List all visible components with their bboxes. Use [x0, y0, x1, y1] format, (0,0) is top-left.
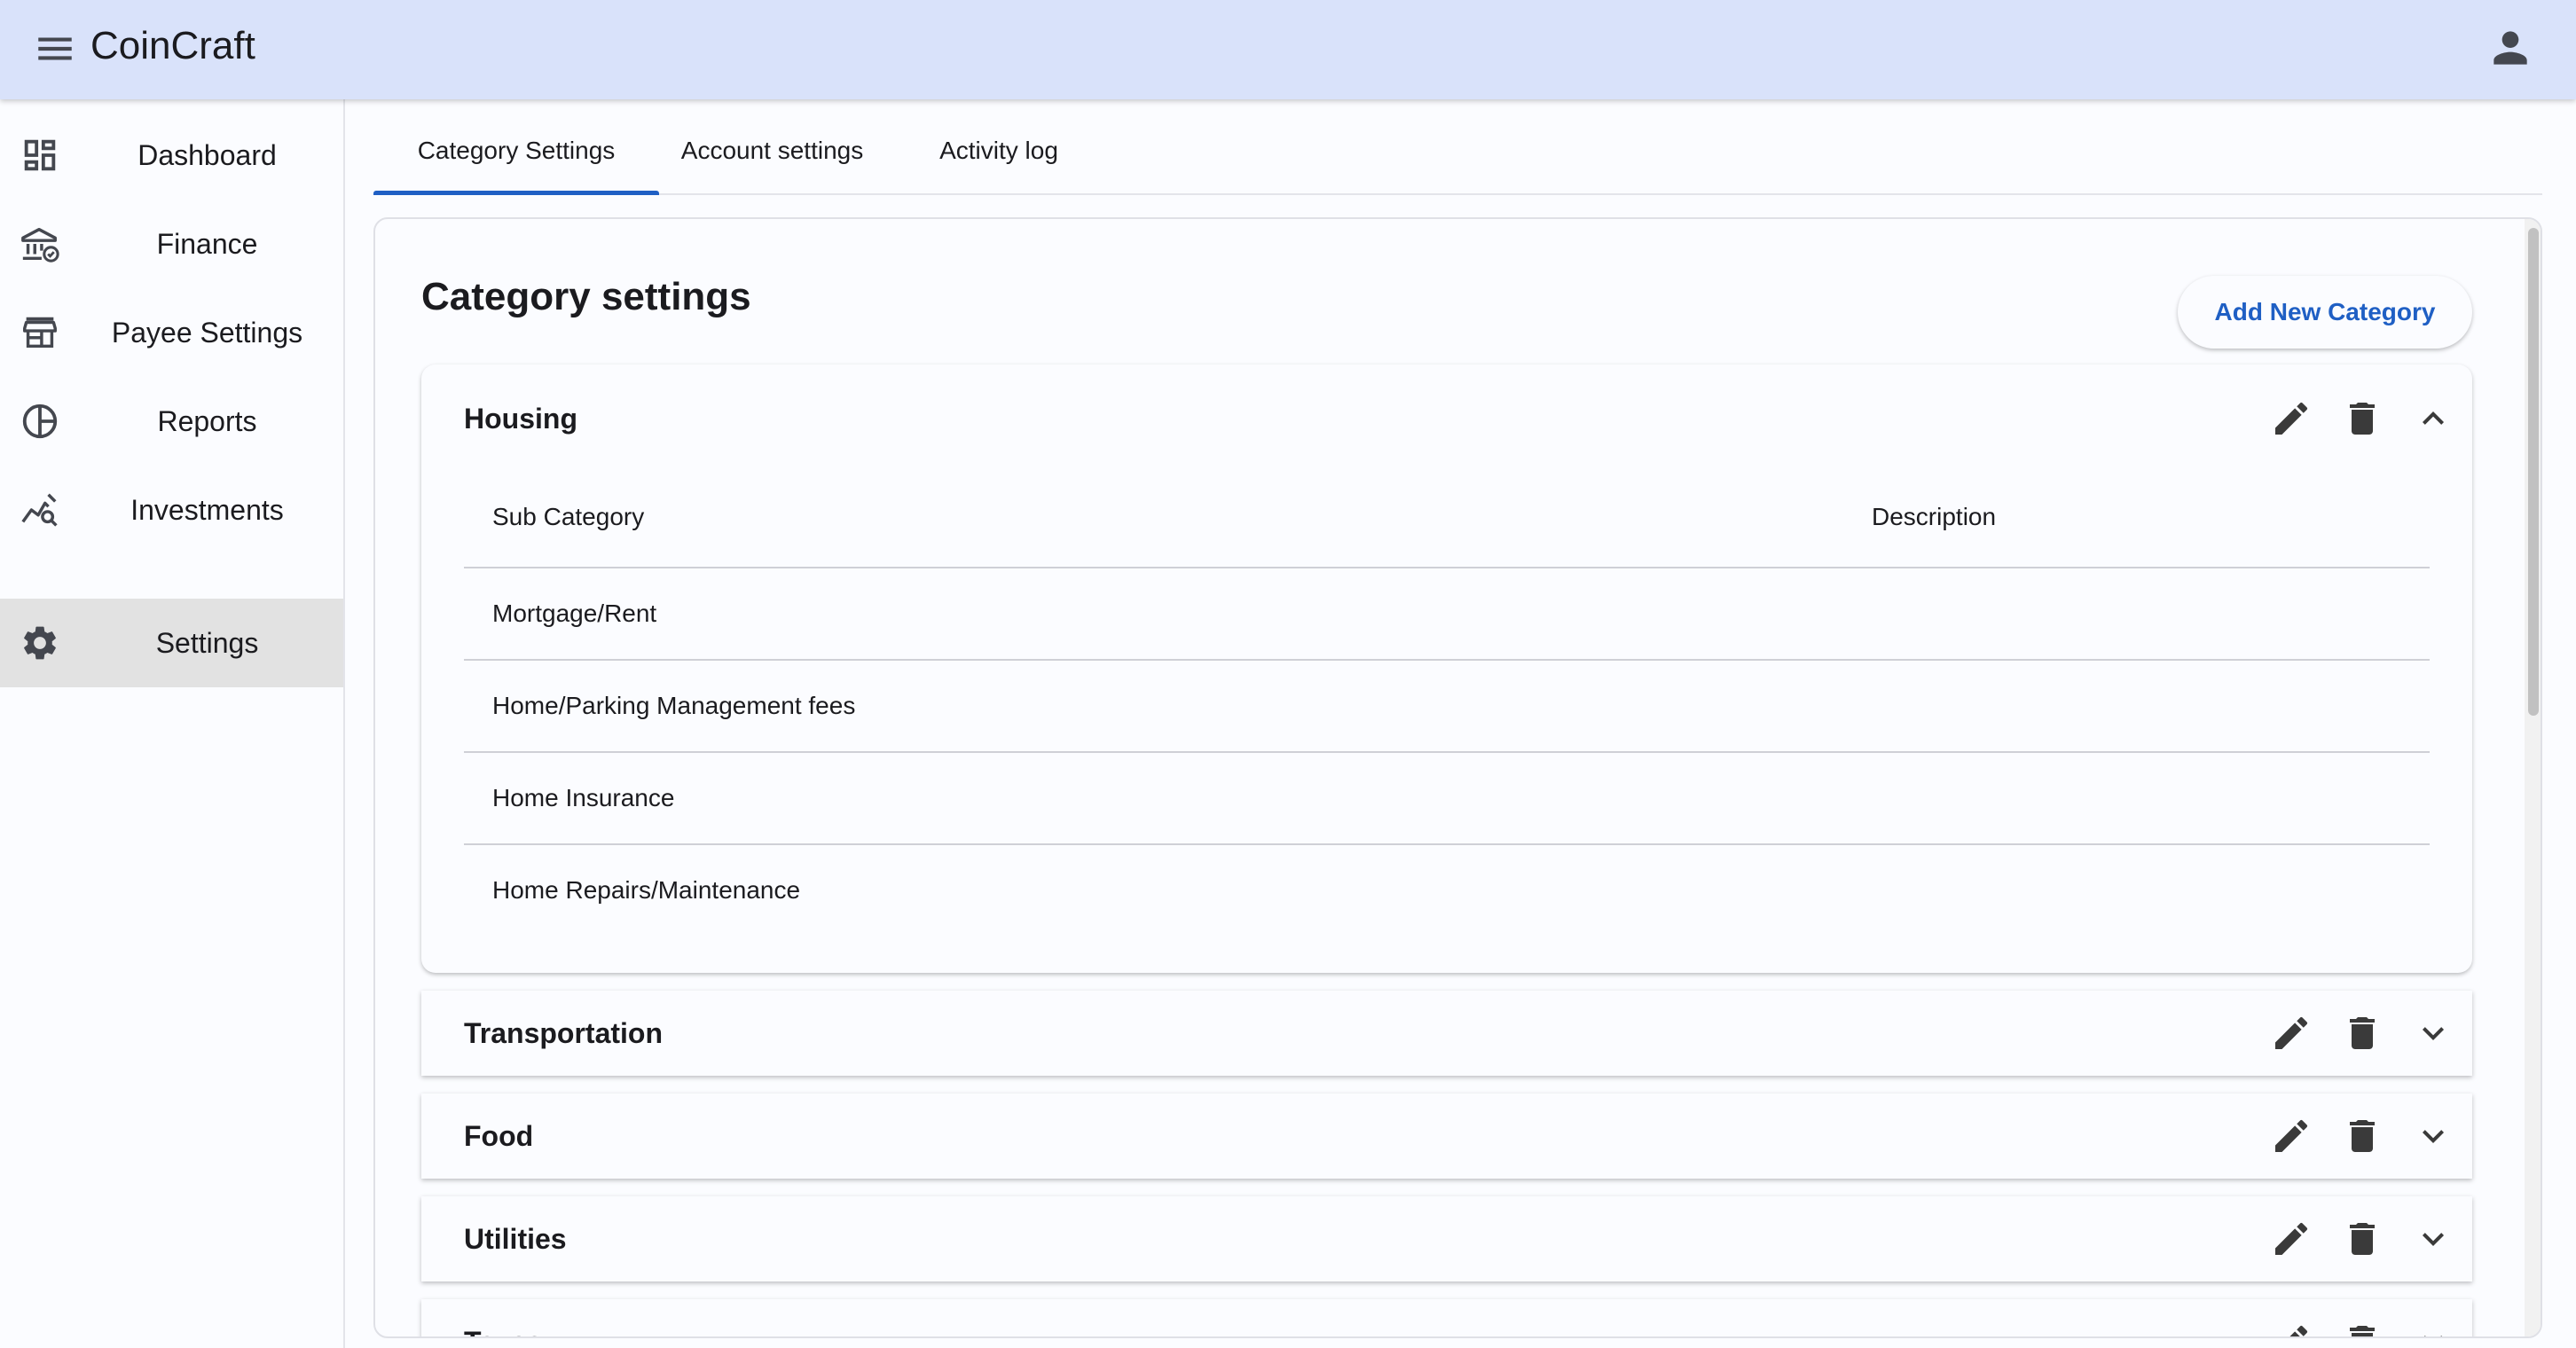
table-row[interactable]: Home Insurance — [464, 753, 2430, 845]
delete-icon[interactable] — [2341, 1218, 2384, 1260]
category-name: Taxes — [464, 1299, 542, 1336]
menu-icon[interactable] — [33, 27, 77, 71]
category-name: Food — [464, 1120, 534, 1152]
column-header-description: Description — [1872, 503, 1997, 530]
sidebar-item-label: Settings — [155, 627, 259, 659]
chevron-up-icon[interactable] — [2412, 397, 2454, 440]
category-actions — [2259, 1093, 2472, 1179]
table-header: Sub Category Description — [464, 471, 2430, 568]
bank-icon — [20, 223, 60, 264]
tab-activity-log[interactable]: Activity log — [885, 115, 1112, 193]
query-stats-icon — [20, 490, 60, 530]
delete-icon[interactable] — [2341, 397, 2384, 440]
category-name[interactable]: Housing — [464, 400, 577, 437]
category-panel-transportation[interactable]: Transportation — [421, 991, 2472, 1076]
category-actions — [2259, 1196, 2472, 1281]
chevron-down-icon[interactable] — [2412, 1115, 2454, 1157]
app-title: CoinCraft — [90, 24, 255, 67]
subcategory-name: Home/Parking Management fees — [492, 692, 856, 719]
category-name: Transportation — [464, 1017, 664, 1049]
subcategory-name: Home Insurance — [492, 784, 675, 811]
sidebar-item-label: Payee Settings — [111, 317, 303, 349]
chevron-down-icon[interactable] — [2412, 1321, 2454, 1336]
sidebar-item-label: Investments — [130, 494, 284, 526]
tab-category-settings[interactable]: Category Settings — [373, 115, 659, 195]
delete-icon[interactable] — [2341, 1012, 2384, 1054]
sidebar-item-label: Reports — [157, 405, 257, 437]
table-row[interactable]: Home/Parking Management fees — [464, 661, 2430, 753]
tab-account-settings[interactable]: Account settings — [659, 115, 885, 193]
category-panel-utilities[interactable]: Utilities — [421, 1196, 2472, 1281]
subcategory-table: Sub Category Description Mortgage/Rent H… — [464, 471, 2430, 937]
delete-icon[interactable] — [2341, 1115, 2384, 1157]
settings-tabs: Category Settings Account settings Activ… — [373, 115, 2542, 195]
storefront-icon — [20, 312, 60, 353]
sidebar-item-label: Dashboard — [137, 139, 277, 171]
sidebar-item-dashboard[interactable]: Dashboard — [0, 111, 343, 200]
category-name: Utilities — [464, 1223, 567, 1255]
category-actions — [2259, 991, 2472, 1076]
scrollbar[interactable] — [2525, 219, 2541, 1336]
sidebar-item-investments[interactable]: Investments — [0, 466, 343, 554]
gear-icon — [20, 623, 60, 663]
chevron-down-icon[interactable] — [2412, 1218, 2454, 1260]
add-new-category-button[interactable]: Add New Category — [2178, 276, 2472, 349]
sidebar-item-settings[interactable]: Settings — [0, 599, 343, 687]
account-icon[interactable] — [2486, 23, 2535, 73]
pie-chart-icon — [20, 401, 60, 442]
column-header-sub-category: Sub Category — [492, 503, 645, 530]
chevron-down-icon[interactable] — [2412, 1012, 2454, 1054]
edit-icon[interactable] — [2270, 1115, 2313, 1157]
sidebar: Dashboard Finance Payee Settings Reports… — [0, 99, 345, 1348]
sidebar-item-label: Finance — [156, 228, 258, 260]
edit-icon[interactable] — [2270, 397, 2313, 440]
category-settings-card: Category settings Add New Category Housi… — [373, 217, 2542, 1338]
sidebar-item-finance[interactable]: Finance — [0, 200, 343, 288]
category-actions — [2259, 1299, 2472, 1336]
edit-icon[interactable] — [2270, 1012, 2313, 1054]
category-panel-food[interactable]: Food — [421, 1093, 2472, 1179]
sidebar-item-payee-settings[interactable]: Payee Settings — [0, 288, 343, 377]
app-bar: CoinCraft — [0, 0, 2576, 99]
delete-icon[interactable] — [2341, 1321, 2384, 1336]
subcategory-name: Home Repairs/Maintenance — [492, 876, 801, 904]
sidebar-item-reports[interactable]: Reports — [0, 377, 343, 466]
page-title: Category settings — [421, 275, 751, 318]
table-row[interactable]: Home Repairs/Maintenance — [464, 845, 2430, 937]
scrollbar-thumb[interactable] — [2528, 228, 2539, 716]
edit-icon[interactable] — [2270, 1218, 2313, 1260]
edit-icon[interactable] — [2270, 1321, 2313, 1336]
category-panel-taxes[interactable]: Taxes — [421, 1299, 2472, 1336]
category-panel-housing: Housing Sub Category Description Mortgag… — [421, 364, 2472, 973]
table-row[interactable]: Mortgage/Rent — [464, 568, 2430, 661]
dashboard-icon — [20, 135, 60, 176]
subcategory-name: Mortgage/Rent — [492, 600, 657, 627]
